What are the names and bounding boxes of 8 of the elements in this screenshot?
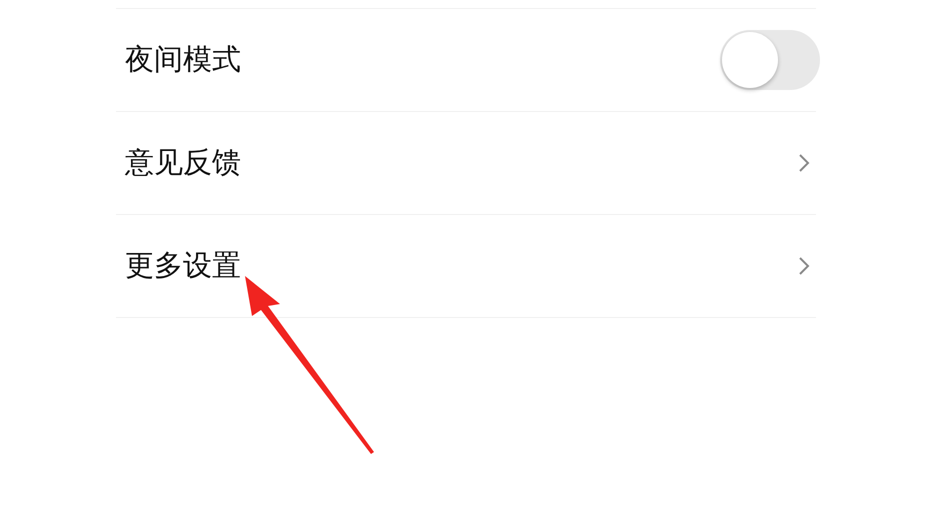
setting-label: 意见反馈 xyxy=(125,144,241,181)
chevron-right-icon xyxy=(798,153,810,173)
settings-row[interactable]: 夜间模式 xyxy=(116,9,816,112)
setting-label: 更多设置 xyxy=(125,247,241,284)
setting-label: 夜间模式 xyxy=(125,41,241,78)
toggle-switch[interactable] xyxy=(720,30,820,90)
chevron-right-icon xyxy=(798,256,810,276)
settings-row[interactable]: 意见反馈 xyxy=(116,112,816,215)
